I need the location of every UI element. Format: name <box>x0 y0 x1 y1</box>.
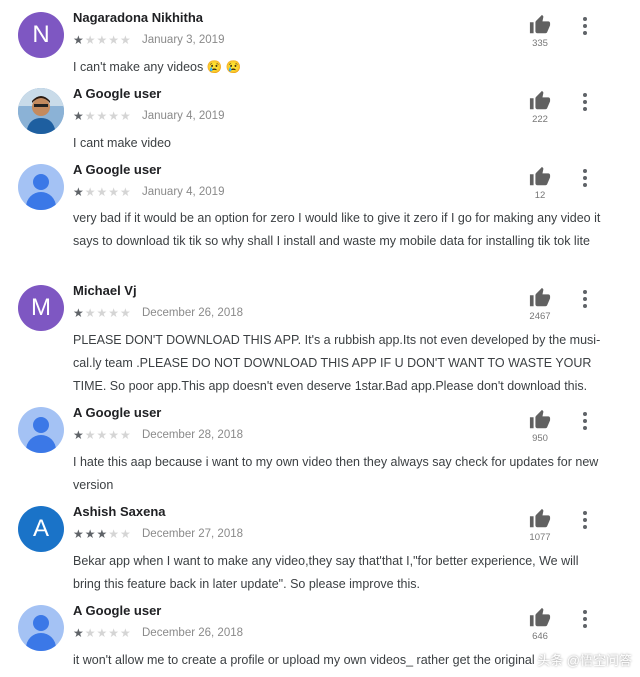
more-vert-icon[interactable] <box>577 91 593 111</box>
reviewer-name: Ashish Saxena <box>73 504 166 519</box>
review-date: January 4, 2019 <box>142 110 225 122</box>
star-rating: ★★★★★ <box>73 428 132 442</box>
like-count: 2467 <box>529 311 551 322</box>
reviewer-name: Nagaradona Nikhitha <box>73 10 204 25</box>
more-vert-icon[interactable] <box>577 608 593 628</box>
reviewer-name: A Google user <box>73 162 162 177</box>
avatar[interactable]: N <box>18 12 64 58</box>
like-count: 1077 <box>529 532 551 543</box>
more-vert-icon[interactable] <box>577 167 593 187</box>
star-rating: ★★★★★ <box>73 527 132 541</box>
like-count: 335 <box>532 38 548 49</box>
review-date: December 26, 2018 <box>142 307 244 319</box>
thumbs-up-icon[interactable] <box>528 166 552 188</box>
thumbs-up-icon[interactable] <box>528 409 552 431</box>
avatar[interactable]: M <box>18 285 64 331</box>
star-rating: ★★★★★ <box>73 33 132 47</box>
thumbs-up-icon[interactable] <box>528 287 552 309</box>
review-date: January 3, 2019 <box>142 34 225 46</box>
review-text: I cant make video <box>73 136 171 150</box>
reviewer-name: A Google user <box>73 86 162 101</box>
avatar[interactable] <box>18 164 64 210</box>
avatar[interactable]: A <box>18 506 64 552</box>
review-text: PLEASE DON'T DOWNLOAD THIS APP. It's a r… <box>73 333 601 393</box>
reviewer-name: A Google user <box>73 405 162 420</box>
review-date: December 27, 2018 <box>142 528 244 540</box>
like-count: 12 <box>534 190 546 201</box>
thumbs-up-icon[interactable] <box>528 90 552 112</box>
review-text: I can't make any videos 😢 😢 <box>73 60 242 74</box>
more-vert-icon[interactable] <box>577 288 593 308</box>
star-rating: ★★★★★ <box>73 626 132 640</box>
review-date: December 26, 2018 <box>142 627 244 639</box>
review-date: December 28, 2018 <box>142 429 244 441</box>
review-text: it won't allow me to create a profile or… <box>73 653 535 667</box>
star-rating: ★★★★★ <box>73 306 132 320</box>
profile-photo <box>18 88 64 134</box>
star-rating: ★★★★★ <box>73 185 132 199</box>
like-count: 646 <box>532 631 548 642</box>
review-text: Bekar app when I want to make any video,… <box>73 554 579 591</box>
review-date: January 4, 2019 <box>142 186 225 198</box>
more-vert-icon[interactable] <box>577 15 593 35</box>
more-vert-icon[interactable] <box>577 509 593 529</box>
thumbs-up-icon[interactable] <box>528 508 552 530</box>
reviewer-name: Michael Vj <box>73 283 137 298</box>
more-vert-icon[interactable] <box>577 410 593 430</box>
review-text: I hate this aap because i want to my own… <box>73 455 599 492</box>
avatar[interactable] <box>18 88 64 134</box>
watermark: 头条 @悟空问答 <box>537 653 632 668</box>
reviewer-name: A Google user <box>73 603 162 618</box>
like-count: 950 <box>532 433 548 444</box>
avatar[interactable] <box>18 407 64 453</box>
review-text: very bad if it would be an option for ze… <box>73 211 601 248</box>
thumbs-up-icon[interactable] <box>528 607 552 629</box>
avatar[interactable] <box>18 605 64 651</box>
like-count: 222 <box>532 114 548 125</box>
thumbs-up-icon[interactable] <box>528 14 552 36</box>
star-rating: ★★★★★ <box>73 109 132 123</box>
